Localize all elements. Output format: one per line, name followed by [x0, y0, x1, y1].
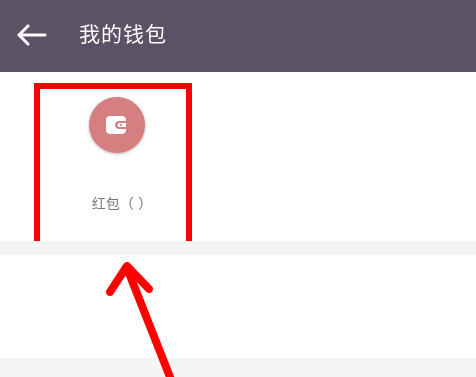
section-divider: [0, 241, 476, 255]
back-button[interactable]: [15, 18, 49, 52]
bottom-divider: [0, 358, 476, 377]
wallet-icon: [106, 116, 127, 134]
wallet-icon-circle: [89, 97, 145, 153]
page-title: 我的钱包: [79, 23, 167, 47]
back-arrow-icon: [17, 24, 47, 46]
red-packet-label: 红包（ ）: [91, 197, 153, 213]
app-bar: 我的钱包: [0, 0, 476, 72]
wallet-content: 红包（ ）: [0, 72, 476, 377]
